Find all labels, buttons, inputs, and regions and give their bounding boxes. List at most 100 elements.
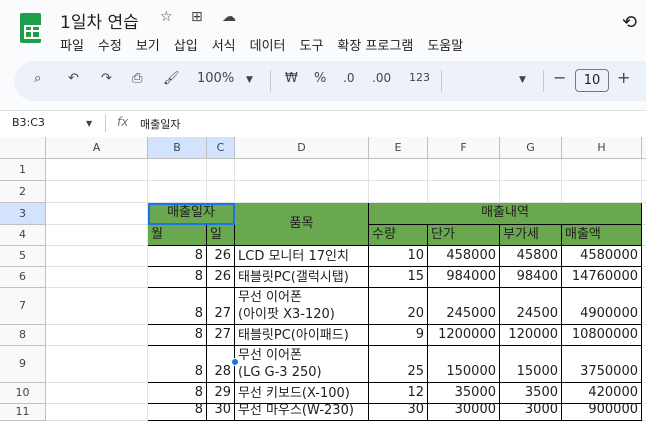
menu-item[interactable]: 데이터	[250, 35, 286, 54]
cell[interactable]	[642, 225, 646, 246]
cell-d[interactable]: 26	[207, 246, 235, 267]
cell-item[interactable]: 무선 마우스(W-230)	[235, 403, 369, 421]
menu-item[interactable]: 서식	[212, 35, 236, 54]
cell[interactable]	[46, 404, 148, 421]
percent-format-button[interactable]: %	[314, 71, 326, 86]
cell-d[interactable]: 27	[207, 288, 235, 325]
cell-amount[interactable]: 4580000	[562, 246, 642, 267]
cell[interactable]	[46, 159, 148, 181]
row-header-8[interactable]: 8	[0, 325, 46, 346]
search-icon[interactable]: ⌕	[34, 71, 41, 86]
cell-m[interactable]: 8	[148, 402, 207, 421]
column-header-C[interactable]: C	[207, 137, 235, 159]
cell[interactable]	[562, 181, 642, 203]
document-title[interactable]: 1일차 연습	[60, 8, 139, 33]
cell[interactable]	[428, 159, 500, 181]
cell-price[interactable]: 984000	[428, 267, 500, 288]
cell[interactable]	[46, 246, 148, 267]
decrease-font-size-button[interactable]: −	[553, 68, 566, 87]
undo-icon[interactable]: ↶	[68, 71, 79, 86]
cell[interactable]	[642, 246, 646, 267]
cell-vat[interactable]: 24500	[500, 288, 562, 325]
cell-price[interactable]: 150000	[428, 346, 500, 383]
paint-format-icon[interactable]: 🖌︎	[163, 71, 180, 86]
cell-item[interactable]: 무선 이어폰 (LG G-3 250)	[235, 346, 369, 383]
column-header-G[interactable]: G	[500, 137, 562, 159]
cloud-status-icon[interactable]: ☁	[222, 9, 236, 25]
column-header-A[interactable]: A	[46, 137, 148, 159]
cell[interactable]	[207, 181, 235, 203]
row-header-6[interactable]: 6	[0, 267, 46, 288]
cell[interactable]	[46, 267, 148, 288]
cell-amount[interactable]: 3750000	[562, 346, 642, 383]
spreadsheet-grid[interactable]: A B C D E F G H 1 2 3 4 5 6 7 8 9 10 11 매출일자 품목 매출내역 월 일 수량 단가 부가세…	[0, 137, 646, 421]
menu-item[interactable]: 도구	[300, 35, 324, 54]
cell[interactable]	[642, 159, 646, 181]
header-month[interactable]: 월	[148, 225, 207, 246]
row-header-4[interactable]: 4	[0, 225, 46, 246]
menu-item[interactable]: 파일	[60, 35, 84, 54]
zoom-select[interactable]: 100%	[197, 71, 234, 86]
menu-item[interactable]: 삽입	[174, 35, 198, 54]
font-size-input[interactable]: 10	[575, 69, 609, 92]
cell-m[interactable]: 8	[148, 346, 207, 383]
cell[interactable]	[46, 181, 148, 203]
cell[interactable]	[500, 159, 562, 181]
header-qty[interactable]: 수량	[369, 225, 428, 246]
redo-icon[interactable]: ↷	[101, 71, 112, 86]
header-sales-detail[interactable]: 매출내역	[369, 203, 642, 225]
cell[interactable]	[642, 203, 646, 225]
header-item[interactable]: 품목	[235, 203, 369, 246]
name-box[interactable]: B3:C3	[12, 116, 45, 129]
cell[interactable]	[642, 181, 646, 203]
cell[interactable]	[207, 159, 235, 181]
cell-qty[interactable]: 9	[369, 325, 428, 346]
cell-item[interactable]: 태블릿PC(갤럭시탭)	[235, 267, 369, 288]
cell-amount[interactable]: 14760000	[562, 267, 642, 288]
cell[interactable]	[148, 159, 207, 181]
row-header-9[interactable]: 9	[0, 346, 46, 383]
cell-price[interactable]: 1200000	[428, 325, 500, 346]
print-icon[interactable]: ⎙	[132, 71, 142, 86]
cell[interactable]	[642, 267, 646, 288]
selection-fill-handle[interactable]	[231, 358, 239, 366]
cell[interactable]	[46, 325, 148, 346]
chevron-down-icon[interactable]: ▼	[246, 75, 253, 85]
column-header-B[interactable]: B	[148, 137, 207, 159]
cell[interactable]	[642, 325, 646, 346]
cell-vat[interactable]: 15000	[500, 346, 562, 383]
column-header-H[interactable]: H	[562, 137, 642, 159]
cell[interactable]	[369, 181, 428, 203]
font-select-chevron-icon[interactable]: ▼	[519, 75, 526, 85]
cell[interactable]	[500, 181, 562, 203]
cell[interactable]	[369, 159, 428, 181]
column-header[interactable]	[642, 137, 646, 159]
cell-qty[interactable]: 20	[369, 288, 428, 325]
header-day[interactable]: 일	[207, 225, 235, 246]
header-amount[interactable]: 매출액	[562, 225, 642, 246]
cell-price[interactable]: 30000	[428, 402, 500, 421]
menu-item[interactable]: 보기	[136, 35, 160, 54]
sheets-logo[interactable]	[20, 13, 41, 43]
cell[interactable]	[46, 288, 148, 325]
cell[interactable]	[46, 346, 148, 383]
cell-vat[interactable]: 120000	[500, 325, 562, 346]
cell-item[interactable]: 무선 이어폰 (아이팟 X3-120)	[235, 288, 369, 325]
cell-qty[interactable]: 25	[369, 346, 428, 383]
cell-price[interactable]: 458000	[428, 246, 500, 267]
row-header-5[interactable]: 5	[0, 246, 46, 267]
header-price[interactable]: 단가	[428, 225, 500, 246]
cell-m[interactable]: 8	[148, 246, 207, 267]
cell-price[interactable]: 245000	[428, 288, 500, 325]
cell[interactable]	[235, 159, 369, 181]
version-history-icon[interactable]: ⟲	[622, 12, 637, 33]
cell-d[interactable]: 30	[207, 402, 235, 421]
cell-item[interactable]: 무선 키보드(X-100)	[235, 383, 369, 404]
header-vat[interactable]: 부가세	[500, 225, 562, 246]
row-header-1[interactable]: 1	[0, 159, 46, 181]
header-sales-date[interactable]: 매출일자	[148, 203, 235, 225]
menu-item[interactable]: 도움말	[427, 35, 463, 54]
column-header-D[interactable]: D	[235, 137, 369, 159]
cell[interactable]	[642, 404, 646, 421]
cell-qty[interactable]: 15	[369, 267, 428, 288]
